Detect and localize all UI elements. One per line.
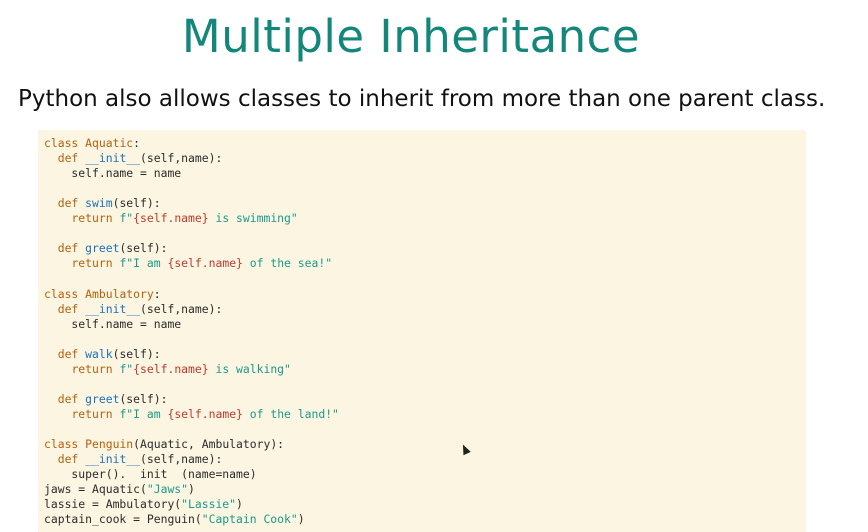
code-line: return f"I am {self.name} of the land!" (44, 406, 339, 422)
code-token: (self,name): (140, 151, 223, 166)
code-line: self.name = name (44, 166, 181, 181)
code-token: captain_cook = Penguin( (44, 512, 202, 527)
code-token: (self,name): (140, 301, 223, 316)
code-token: def (57, 346, 86, 361)
code-token: : (133, 136, 141, 150)
code-token: ) (236, 497, 243, 512)
code-token: "Captain Cook" (201, 512, 298, 527)
code-token: {self.name} (167, 406, 243, 421)
code-line: def walk(self): (44, 347, 161, 362)
code-token: of the land!" (242, 406, 339, 421)
code-token: "Lassie" (181, 497, 237, 512)
code-token: self.name = name (44, 316, 182, 331)
code-token: "Jaws" (146, 482, 189, 497)
code-token: Penguin (85, 437, 134, 451)
code-token: jaws = Aquatic( (44, 482, 147, 497)
code-line: jaws = Aquatic("Jaws") (44, 482, 195, 497)
code-token: is swimming" (208, 211, 298, 226)
code-line: captain_cook = Penguin("Captain Cook") (44, 512, 305, 527)
code-token: ) (297, 512, 305, 527)
code-token: {self.name} (133, 361, 209, 376)
code-line: lassie = Ambulatory("Lassie") (44, 497, 243, 512)
code-line: class Penguin(Aquatic, Ambulatory): (44, 437, 284, 452)
code-line: super(). init (name=name) (44, 467, 257, 482)
slide-title: Multiple Inheritance (181, 10, 641, 63)
code-token: class (44, 136, 86, 150)
code-token: __init__ (85, 151, 141, 166)
code-token: {self.name} (133, 211, 209, 226)
code-line: def __init__(self,name): (44, 301, 223, 317)
code-line: def __init__(self,name): (44, 452, 223, 467)
code-token: f" (119, 361, 134, 376)
code-line: def __init__(self,name): (44, 151, 223, 166)
code-token: ) (188, 482, 195, 497)
code-token: {self.name} (167, 256, 243, 271)
code-token: greet (85, 241, 120, 256)
code-token: return (71, 406, 120, 421)
code-line: def greet(self): (44, 391, 168, 407)
code-token: f" (119, 211, 134, 226)
code-token: f"I am (119, 256, 168, 271)
code-token: : (153, 286, 161, 301)
slide-subtitle: Python also allows classes to inherit fr… (18, 86, 826, 112)
code-token: __init__ (85, 301, 141, 316)
code-token: def (57, 452, 86, 467)
code-token: return (71, 256, 120, 271)
code-token: Ambulatory (85, 286, 154, 301)
code-line: def swim(self): (44, 196, 161, 211)
code-block: class Aquatic: def __init__(self,name): … (38, 130, 806, 532)
code-token: def (57, 241, 86, 256)
code-token: def (57, 301, 86, 316)
code-token: return (71, 211, 120, 226)
code-token: (self,name): (140, 452, 223, 467)
code-token: def (57, 151, 86, 166)
code-token: class (44, 437, 86, 451)
code-token: self.name = name (44, 166, 182, 181)
code-line: return f"I am {self.name} of the sea!" (44, 256, 332, 271)
code-token: def (57, 391, 86, 406)
code-token: swim (85, 196, 113, 211)
code-line: class Aquatic: (44, 136, 140, 151)
code-line: self.name = name (44, 317, 181, 332)
code-token: class (44, 286, 86, 301)
code-token: greet (85, 391, 120, 406)
code-token: (self): (119, 241, 168, 256)
code-token: of the sea!" (242, 256, 333, 271)
code-line: class Ambulatory: (44, 287, 161, 302)
code-token: f"I am (119, 406, 168, 421)
code-line: def greet(self): (44, 241, 168, 256)
code-token: (Aquatic, Ambulatory): (133, 437, 285, 451)
code-token: walk (85, 346, 113, 361)
code-token: is walking" (208, 361, 291, 376)
code-token: (self): (112, 346, 161, 361)
code-token: lassie = Ambulatory( (44, 497, 182, 512)
code-token: (self): (119, 391, 168, 406)
code-line: return f"{self.name} is swimming" (44, 211, 298, 226)
code-token: __init__ (85, 452, 141, 467)
code-token: def (57, 196, 86, 211)
code-token: super(). init (name=name) (44, 467, 257, 482)
code-token: return (71, 361, 120, 376)
code-token: (self): (112, 196, 161, 211)
code-token: Aquatic (85, 136, 134, 150)
code-line: return f"{self.name} is walking" (44, 361, 291, 377)
